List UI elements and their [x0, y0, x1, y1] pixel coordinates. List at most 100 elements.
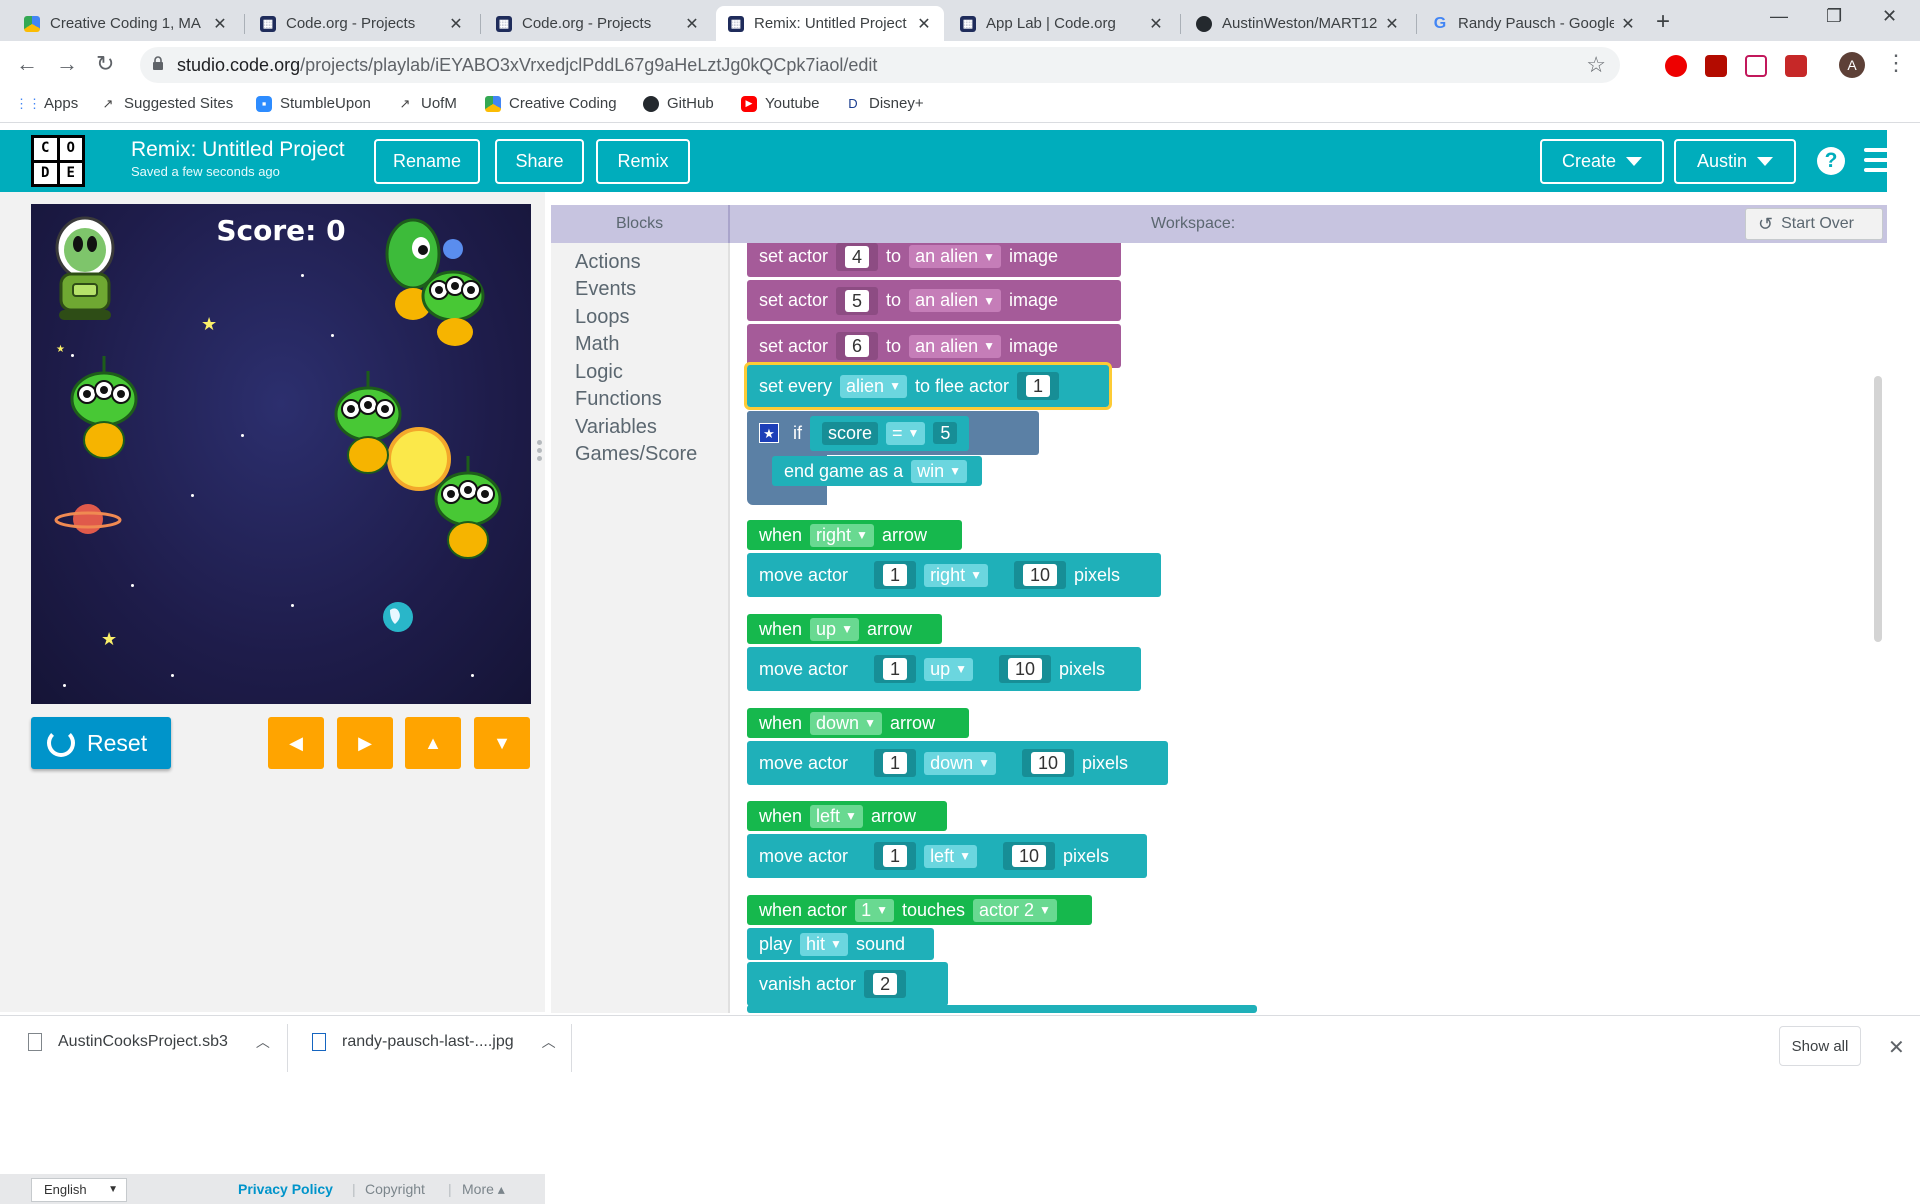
arrow-key-dropdown[interactable]: down ▼ — [810, 711, 882, 735]
play-sound-block[interactable]: play hit ▼ sound — [747, 928, 934, 960]
arrow-key-dropdown[interactable]: up ▼ — [810, 617, 859, 641]
outcome-dropdown[interactable]: win ▼ — [911, 459, 967, 483]
category-math[interactable]: Math — [575, 333, 619, 356]
category-events[interactable]: Events — [575, 278, 636, 301]
sound-dropdown[interactable]: hit ▼ — [800, 932, 848, 956]
reset-button[interactable]: Reset — [31, 717, 171, 769]
browser-tab[interactable]: Creative Coding 1, MA ✕ — [12, 6, 240, 41]
hamburger-menu-icon[interactable] — [1864, 148, 1896, 172]
back-icon[interactable]: ← — [16, 51, 38, 77]
when-actor-touches-block[interactable]: when actor 1 ▼ touches actor 2 ▼ — [747, 895, 1092, 925]
category-loops[interactable]: Loops — [575, 306, 630, 329]
user-menu-button[interactable]: Austin — [1674, 139, 1796, 184]
arrow-key-dropdown[interactable]: right ▼ — [810, 523, 874, 547]
bookmark-creative-coding[interactable]: Creative Coding — [485, 95, 617, 112]
bookmark-github[interactable]: GitHub — [643, 95, 714, 112]
download-item[interactable]: AustinCooksProject.sb3 ︿ — [28, 1032, 270, 1052]
more-link[interactable]: More ▴ — [462, 1181, 505, 1198]
when-arrow-event-block[interactable]: when down ▼ arrow — [747, 708, 969, 738]
end-game-block[interactable]: end game as a win ▼ — [772, 456, 982, 486]
bookmark-suggested-sites[interactable]: ↗ Suggested Sites — [100, 95, 234, 112]
bookmark-apps[interactable]: ⋮⋮ Apps — [15, 95, 78, 112]
browser-tab[interactable]: AustinWeston/MART12 ✕ — [1184, 6, 1412, 41]
category-variables[interactable]: Variables — [575, 416, 657, 439]
image-dropdown[interactable]: an alien ▼ — [909, 289, 1002, 312]
actor-number-input[interactable]: 5 — [845, 289, 870, 312]
image-dropdown[interactable]: an alien ▼ — [909, 245, 1002, 268]
create-menu-button[interactable]: Create — [1540, 139, 1664, 184]
bookmark-star-icon[interactable]: ☆ — [1586, 52, 1606, 78]
bookmark-uofm[interactable]: ↗ UofM — [397, 95, 457, 112]
actor-type-dropdown[interactable]: alien ▼ — [840, 374, 907, 398]
if-block[interactable]: ★ if score = ▼ 5 — [747, 411, 1039, 455]
shield-extension-icon[interactable] — [1785, 55, 1807, 77]
bookmark-disney[interactable]: D Disney+ — [845, 95, 923, 112]
actor-number-input[interactable]: 1 — [883, 658, 908, 680]
panel-resize-handle[interactable] — [537, 440, 542, 470]
direction-dropdown[interactable]: up ▼ — [924, 657, 973, 681]
actor-number-input[interactable]: 4 — [845, 245, 870, 268]
bookmark-youtube[interactable]: ▶ Youtube — [741, 95, 820, 112]
minimize-icon[interactable]: — — [1770, 6, 1788, 27]
vanish-actor-block[interactable]: vanish actor 2 — [747, 962, 948, 1006]
when-arrow-event-block[interactable]: when left ▼ arrow — [747, 801, 947, 831]
close-icon[interactable]: ✕ — [1148, 14, 1164, 34]
privacy-policy-link[interactable]: Privacy Policy — [238, 1181, 333, 1197]
start-over-button[interactable]: ↺ Start Over — [1745, 208, 1883, 240]
close-icon[interactable]: ✕ — [916, 14, 932, 34]
close-icon[interactable]: ✕ — [448, 14, 464, 34]
game-stage[interactable]: ★ ★ ★ Score: 0 — [31, 204, 531, 704]
image-dropdown[interactable]: an alien ▼ — [909, 334, 1002, 358]
browser-tab[interactable]: G Randy Pausch - Google ✕ — [1420, 6, 1648, 41]
compare-block[interactable]: score = ▼ 5 — [810, 415, 970, 451]
chevron-up-icon[interactable]: ︿ — [256, 1032, 270, 1052]
move-actor-block[interactable]: move actor 1 right ▼ 10 pixels — [747, 553, 1161, 597]
operator-dropdown[interactable]: = ▼ — [886, 421, 926, 445]
when-arrow-event-block[interactable]: when up ▼ arrow — [747, 614, 942, 644]
actor-number-input[interactable]: 6 — [845, 335, 870, 357]
download-item[interactable]: randy-pausch-last-....jpg ︿ — [312, 1032, 556, 1052]
codeorg-logo[interactable]: C O D E — [31, 135, 85, 187]
workspace-scrollbar[interactable] — [1874, 376, 1882, 642]
direction-dropdown[interactable]: down ▼ — [924, 751, 996, 775]
set-actor-image-block[interactable]: set actor 4 to an alien ▼ image — [747, 243, 1121, 277]
forward-icon[interactable]: → — [56, 51, 78, 77]
pdf-extension-icon[interactable] — [1705, 55, 1727, 77]
browser-menu-icon[interactable]: ⋮ — [1885, 50, 1907, 76]
up-arrow-button[interactable]: ▲ — [405, 717, 461, 769]
flee-actor-input[interactable]: 1 — [1026, 375, 1051, 397]
direction-dropdown[interactable]: left ▼ — [924, 844, 977, 868]
pocket-extension-icon[interactable] — [1745, 55, 1767, 77]
close-icon[interactable]: ✕ — [212, 14, 228, 34]
actor-number-input[interactable]: 1 — [883, 845, 908, 867]
remix-button[interactable]: Remix — [596, 139, 690, 184]
actor-number-input[interactable]: 1 — [883, 752, 908, 774]
share-button[interactable]: Share — [495, 139, 584, 184]
set-actor-image-block[interactable]: set actor 6 to an alien ▼ image — [747, 324, 1121, 368]
close-icon[interactable]: ✕ — [1384, 14, 1400, 34]
browser-tab[interactable]: ▦ Code.org - Projects ✕ — [484, 6, 712, 41]
close-icon[interactable]: ✕ — [684, 14, 700, 34]
set-flee-block[interactable]: set every alien ▼ to flee actor 1 — [744, 362, 1112, 410]
when-arrow-event-block[interactable]: when right ▼ arrow — [747, 520, 962, 550]
compare-value[interactable]: 5 — [933, 422, 958, 444]
bookmark-stumbleupon[interactable]: ▪ StumbleUpon — [256, 95, 371, 112]
close-window-icon[interactable]: ✕ — [1882, 6, 1897, 27]
chevron-up-icon[interactable]: ︿ — [542, 1032, 556, 1052]
move-actor-block[interactable]: move actor 1 down ▼ 10 pixels — [747, 741, 1168, 785]
profile-avatar[interactable]: A — [1839, 52, 1865, 78]
distance-input[interactable]: 10 — [1011, 845, 1046, 867]
code-workspace[interactable]: set actor 4 to an alien ▼ image set actor… — [730, 243, 1887, 1013]
distance-input[interactable]: 10 — [1022, 564, 1057, 586]
show-all-downloads-button[interactable]: Show all — [1779, 1026, 1861, 1066]
browser-tab[interactable]: ▦ App Lab | Code.org ✕ — [948, 6, 1176, 41]
adblock-extension-icon[interactable] — [1665, 55, 1687, 77]
left-arrow-button[interactable]: ◀ — [268, 717, 324, 769]
browser-tab[interactable]: ▦ Code.org - Projects ✕ — [248, 6, 476, 41]
reload-icon[interactable]: ↻ — [96, 51, 114, 77]
language-select[interactable]: English ▼ — [31, 1178, 127, 1202]
move-actor-block[interactable]: move actor 1 up ▼ 10 pixels — [747, 647, 1141, 691]
right-arrow-button[interactable]: ▶ — [337, 717, 393, 769]
close-icon[interactable]: ✕ — [1888, 1035, 1905, 1060]
mutator-gear-icon[interactable]: ★ — [759, 423, 779, 443]
